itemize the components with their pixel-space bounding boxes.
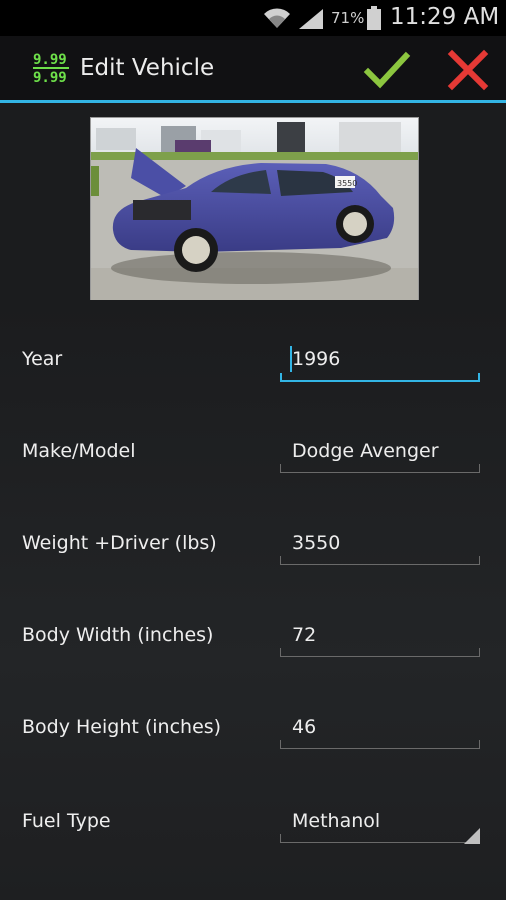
weight-row: Weight +Driver (lbs) 3550 (0, 514, 506, 574)
fuel-type-spinner[interactable]: Methanol (292, 810, 380, 832)
make-model-field[interactable]: Dodge Avenger (292, 440, 439, 462)
body-height-field[interactable]: 46 (292, 716, 316, 738)
dropdown-arrow-icon[interactable] (464, 828, 480, 844)
save-button[interactable] (362, 48, 412, 92)
body-width-field[interactable]: 72 (292, 624, 316, 646)
close-icon (447, 49, 489, 91)
weight-label: Weight +Driver (lbs) (22, 532, 217, 554)
clock: 11:29 AM (390, 4, 500, 30)
body-width-row: Body Width (inches) 72 (0, 606, 506, 666)
year-row: Year 1996 (0, 330, 506, 390)
window-number: 3550 (337, 179, 357, 188)
status-bar: 71% 11:29 AM (0, 0, 506, 36)
action-bar: 9.99 9.99 Edit Vehicle (0, 36, 506, 103)
year-label: Year (22, 348, 63, 370)
vehicle-photo[interactable]: 3550 (90, 117, 419, 302)
battery-icon (367, 6, 381, 30)
signal-icon (299, 9, 323, 29)
action-bar-divider (0, 100, 506, 103)
app-logo-icon: 9.99 9.99 (33, 52, 69, 84)
make-model-label: Make/Model (22, 440, 136, 462)
battery-percent: 71% (331, 9, 365, 27)
make-model-row: Make/Model Dodge Avenger (0, 422, 506, 482)
body-height-row: Body Height (inches) 46 (0, 698, 506, 758)
vehicle-photo-image: 3550 (91, 118, 418, 301)
body-width-label: Body Width (inches) (22, 624, 214, 646)
vehicle-form: Year 1996 Make/Model Dodge Avenger Weigh… (0, 300, 506, 900)
weight-field[interactable]: 3550 (292, 532, 340, 554)
cancel-button[interactable] (444, 46, 492, 94)
checkmark-icon (363, 51, 411, 89)
wifi-icon (264, 8, 290, 28)
year-field[interactable]: 1996 (292, 348, 340, 370)
app-logo-bottom: 9.99 (33, 70, 67, 84)
app-logo-top: 9.99 (33, 52, 67, 68)
body-height-label: Body Height (inches) (22, 716, 222, 738)
page-title: Edit Vehicle (80, 55, 215, 81)
fuel-type-row: Fuel Type Methanol (0, 792, 506, 852)
fuel-type-label: Fuel Type (22, 810, 111, 832)
